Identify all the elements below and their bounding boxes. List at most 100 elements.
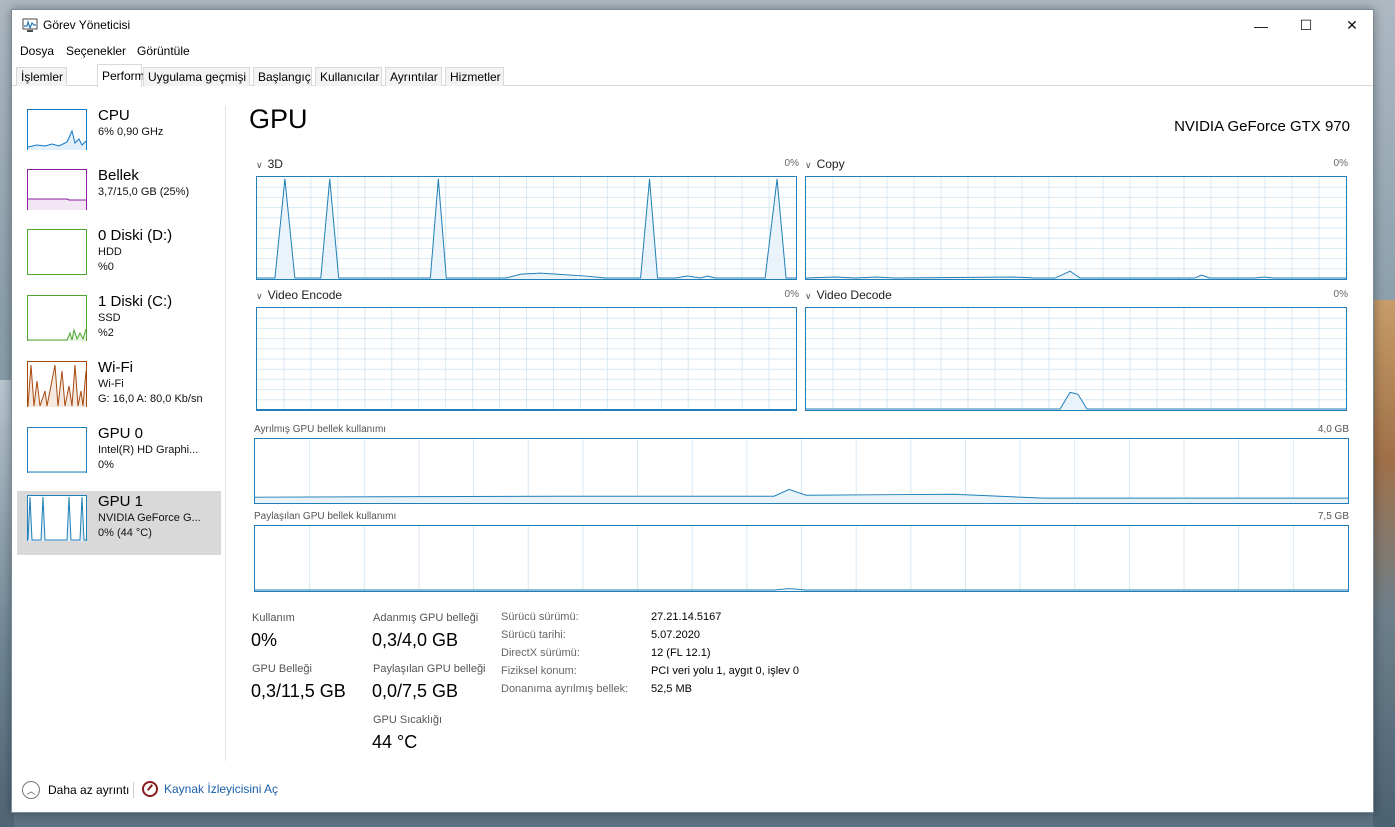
sidebar-item-title: GPU 0 — [98, 425, 144, 442]
sidebar-item-disk-d[interactable]: 0 Diski (D:) HDD %0 — [17, 225, 221, 289]
engine-copy-selector[interactable]: ∨ Copy — [805, 157, 845, 171]
sidebar-item-detail-2: 0% — [98, 459, 114, 471]
sidebar-item-detail-2: 0% (44 °C) — [98, 527, 152, 539]
sidebar-item-detail: 6% 0,90 GHz — [98, 126, 164, 138]
gpu-memory-label: GPU Belleği — [252, 663, 312, 675]
sidebar-item-title: 1 Diski (C:) — [98, 293, 173, 310]
engine-video-decode-percent: 0% — [1333, 289, 1348, 300]
hardware-reserved-memory-label: Donanıma ayrılmış bellek: — [501, 683, 629, 695]
thumbnail-border — [27, 495, 87, 541]
driver-version-value: 27.21.14.5167 — [651, 611, 722, 623]
gpu-temperature-value: 44 °C — [372, 732, 418, 752]
sidebar-item-title: 0 Diski (D:) — [98, 227, 173, 244]
tab-bar: İşlemler Performans Uygulama geçmişi Baş… — [12, 64, 1373, 87]
tab-startup[interactable]: Başlangıç — [253, 67, 312, 86]
close-icon: ✕ — [1346, 17, 1358, 33]
sidebar-item-title: Wi-Fi — [98, 359, 133, 376]
driver-date-value: 5.07.2020 — [651, 629, 700, 641]
sidebar-item-detail-2: %0 — [98, 261, 114, 273]
engine-3d-percent: 0% — [784, 158, 799, 169]
gpu0-thumbnail-graph — [27, 427, 87, 473]
engine-video-encode-selector[interactable]: ∨ Video Encode — [256, 288, 342, 302]
resource-sidebar: CPU 6% 0,90 GHz Bellek 3,7/15,0 GB (25%)… — [17, 105, 223, 765]
task-manager-icon — [22, 18, 38, 32]
sidebar-item-wifi[interactable]: Wi-Fi Wi-Fi G: 16,0 A: 80,0 Kb/sn — [17, 357, 221, 421]
chevron-down-icon: ∨ — [805, 291, 812, 301]
sidebar-item-detail: HDD — [98, 246, 122, 258]
sidebar-item-detail-2: %2 — [98, 327, 114, 339]
wifi-thumbnail-graph — [27, 361, 87, 407]
fewer-details-button[interactable]: ︿ Daha az ayrıntı — [22, 781, 129, 799]
sidebar-item-gpu1[interactable]: GPU 1 NVIDIA GeForce G... 0% (44 °C) — [17, 491, 221, 555]
open-resource-monitor-label: Kaynak İzleyicisini Aç — [164, 782, 279, 796]
tab-processes[interactable]: İşlemler — [16, 67, 67, 86]
thumbnail-border — [27, 295, 87, 341]
dedicated-memory-graph — [254, 438, 1349, 504]
minimize-button[interactable]: — — [1238, 10, 1284, 41]
menu-options[interactable]: Seçenekler — [66, 44, 126, 58]
sidebar-item-title: CPU — [98, 107, 130, 124]
usage-value: 0% — [251, 630, 278, 650]
shared-memory-label: Paylaşılan GPU belleği — [373, 663, 486, 675]
thumbnail-border — [27, 427, 87, 473]
fewer-details-label: Daha az ayrıntı — [48, 783, 130, 797]
sidebar-item-title: GPU 1 — [98, 493, 144, 510]
tab-services[interactable]: Hizmetler — [445, 67, 504, 86]
sidebar-item-gpu0[interactable]: GPU 0 Intel(R) HD Graphi... 0% — [17, 423, 221, 487]
chevron-down-icon: ∨ — [805, 160, 812, 170]
footer-divider — [133, 782, 134, 798]
engine-3d-graph — [256, 176, 797, 280]
shared-memory-graph — [254, 525, 1349, 592]
window-title: Görev Yöneticisi — [43, 18, 131, 32]
tab-performance[interactable]: Performans — [97, 64, 164, 87]
sidebar-item-disk-c[interactable]: 1 Diski (C:) SSD %2 — [17, 291, 221, 355]
thumbnail-border — [27, 229, 87, 275]
title-bar[interactable]: Görev Yöneticisi — ☐ ✕ — [12, 10, 1373, 41]
driver-version-label: Sürücü sürümü: — [501, 611, 579, 623]
disk-d-thumbnail-graph — [27, 229, 87, 275]
sidebar-item-detail: 3,7/15,0 GB (25%) — [98, 186, 190, 198]
graph-fill — [28, 199, 86, 210]
dedicated-memory-label: Adanmış GPU belleği — [373, 612, 479, 624]
engine-video-encode-graph — [256, 307, 797, 411]
engine-video-decode-selector[interactable]: ∨ Video Decode — [805, 288, 892, 302]
shared-memory-graph-max: 7,5 GB — [1317, 511, 1349, 522]
sidebar-divider — [225, 106, 226, 761]
sidebar-item-detail-2: G: 16,0 A: 80,0 Kb/sn — [98, 393, 203, 405]
engine-video-encode-percent: 0% — [784, 289, 799, 300]
gpu-model-name: NVIDIA GeForce GTX 970 — [1174, 118, 1350, 135]
menu-bar: Dosya Seçenekler Görüntüle — [12, 41, 1373, 61]
menu-view[interactable]: Görüntüle — [137, 44, 190, 58]
desktop-background-right — [1373, 300, 1395, 827]
tab-users[interactable]: Kullanıcılar — [315, 67, 382, 86]
disk-c-thumbnail-graph — [27, 295, 87, 341]
sidebar-item-detail: Intel(R) HD Graphi... — [98, 444, 199, 456]
open-resource-monitor-link[interactable]: Kaynak İzleyicisini Aç — [142, 781, 278, 797]
sidebar-item-cpu[interactable]: CPU 6% 0,90 GHz — [17, 105, 221, 169]
hardware-reserved-memory-value: 52,5 MB — [651, 683, 692, 695]
engine-3d-selector[interactable]: ∨ 3D — [256, 157, 283, 171]
tab-app-history[interactable]: Uygulama geçmişi — [143, 67, 250, 86]
gpu1-thumbnail-graph — [27, 495, 87, 541]
chevron-up-icon: ︿ — [22, 781, 40, 799]
sidebar-item-title: Bellek — [98, 167, 139, 184]
maximize-icon: ☐ — [1299, 17, 1313, 33]
maximize-button[interactable]: ☐ — [1283, 10, 1329, 41]
close-button[interactable]: ✕ — [1329, 10, 1375, 41]
physical-location-value: PCI veri yolu 1, aygıt 0, işlev 0 — [651, 665, 799, 677]
engine-name: 3D — [267, 157, 283, 171]
sidebar-item-detail: NVIDIA GeForce G... — [98, 512, 201, 524]
cpu-thumbnail-graph — [27, 109, 87, 150]
chevron-down-icon: ∨ — [256, 291, 263, 301]
tab-details[interactable]: Ayrıntılar — [385, 67, 442, 86]
menu-file[interactable]: Dosya — [20, 44, 54, 58]
task-manager-window: Görev Yöneticisi — ☐ ✕ Dosya Seçenekler … — [11, 9, 1374, 813]
sidebar-item-detail: Wi-Fi — [98, 378, 124, 390]
engine-copy-graph — [805, 176, 1347, 280]
directx-version-label: DirectX sürümü: — [501, 647, 580, 659]
engine-name: Video Decode — [816, 288, 892, 302]
shared-memory-graph-label: Paylaşılan GPU bellek kullanımı — [254, 511, 397, 522]
chevron-down-icon: ∨ — [256, 160, 263, 170]
sidebar-item-memory[interactable]: Bellek 3,7/15,0 GB (25%) — [17, 165, 221, 229]
engine-name: Copy — [816, 157, 845, 171]
